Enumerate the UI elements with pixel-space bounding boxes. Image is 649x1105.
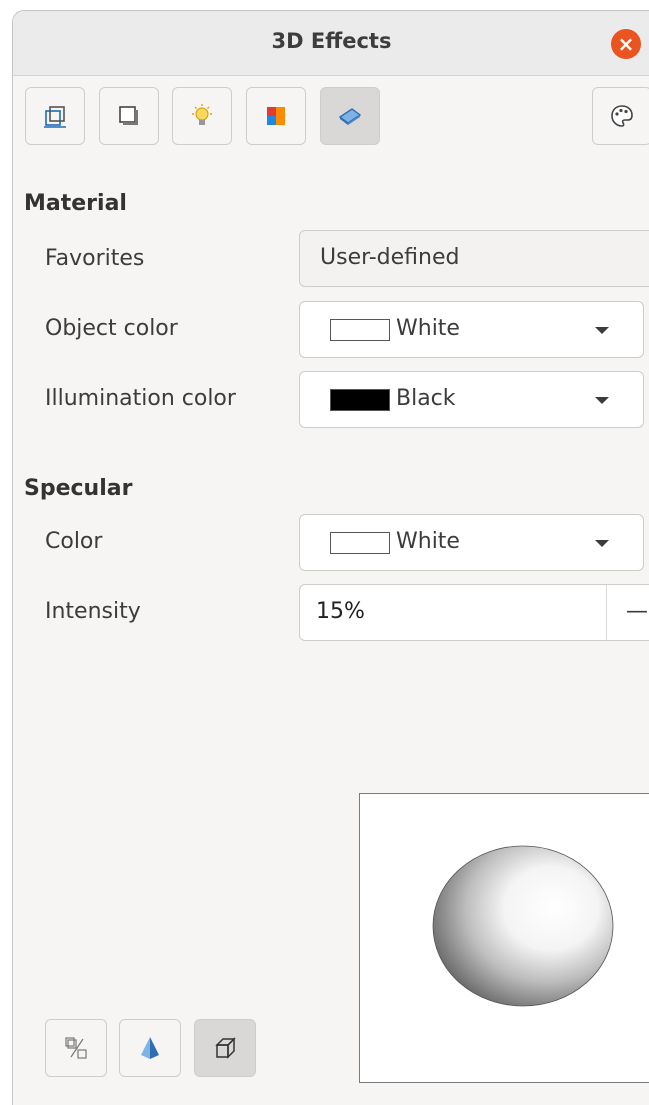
- specular-color-value: White: [396, 529, 460, 554]
- intensity-value[interactable]: 15%: [316, 599, 365, 624]
- illumination-color-dropdown[interactable]: Black: [299, 371, 644, 428]
- object-color-value: White: [396, 316, 460, 341]
- favorites-palette-button[interactable]: [592, 87, 649, 145]
- sphere-preview-icon: [432, 845, 614, 1007]
- perspective-button[interactable]: [194, 1019, 256, 1077]
- object-color-dropdown[interactable]: White: [299, 301, 644, 358]
- geometry-button[interactable]: [25, 87, 85, 145]
- shading-icon: [119, 106, 138, 125]
- minus-icon: —: [626, 599, 648, 624]
- chevron-down-icon: [595, 540, 609, 547]
- decrease-button[interactable]: —: [626, 599, 648, 624]
- favorites-dropdown[interactable]: User-defined: [299, 230, 649, 287]
- title-bar: 3D Effects ×: [13, 11, 649, 76]
- object-color-swatch: [330, 319, 390, 341]
- object-color-label: Object color: [45, 316, 178, 341]
- specular-color-swatch: [330, 532, 390, 554]
- 3d-effects-dialog: 3D Effects × Material Favorites User-def…: [12, 10, 649, 1105]
- material-heading: Material: [24, 191, 127, 216]
- specular-color-label: Color: [45, 529, 103, 554]
- close-button[interactable]: ×: [611, 29, 641, 59]
- chevron-down-icon: [595, 397, 609, 404]
- material-preview: [359, 793, 649, 1083]
- illumination-color-swatch: [330, 389, 390, 411]
- intensity-label: Intensity: [45, 599, 141, 624]
- spinbox-divider: [606, 585, 607, 640]
- color-palette-icon: [611, 105, 633, 127]
- textures-button[interactable]: [246, 87, 306, 145]
- convert-to-3d-icon: [65, 1037, 87, 1059]
- convert-to-rotation-object-icon: [141, 1037, 159, 1059]
- illumination-color-value: Black: [396, 386, 456, 411]
- convert-to-3d-button[interactable]: [45, 1019, 107, 1077]
- shading-button[interactable]: [99, 87, 159, 145]
- favorites-label: Favorites: [45, 246, 145, 271]
- intensity-spinbox[interactable]: 15% —: [299, 584, 649, 641]
- illumination-color-label: Illumination color: [45, 386, 236, 411]
- perspective-icon: [215, 1037, 236, 1059]
- illumination-icon: [192, 104, 212, 125]
- material-icon: [338, 108, 362, 125]
- dialog-title: 3D Effects: [271, 29, 392, 53]
- specular-color-dropdown[interactable]: White: [299, 514, 644, 571]
- illumination-button[interactable]: [172, 87, 232, 145]
- specular-heading: Specular: [24, 476, 133, 501]
- textures-icon: [267, 107, 285, 125]
- close-icon: ×: [617, 32, 635, 56]
- chevron-down-icon: [595, 327, 609, 334]
- favorites-value: User-defined: [320, 245, 460, 270]
- material-button[interactable]: [320, 87, 380, 145]
- convert-to-rotation-object-button[interactable]: [119, 1019, 181, 1077]
- geometry-icon: [44, 106, 66, 128]
